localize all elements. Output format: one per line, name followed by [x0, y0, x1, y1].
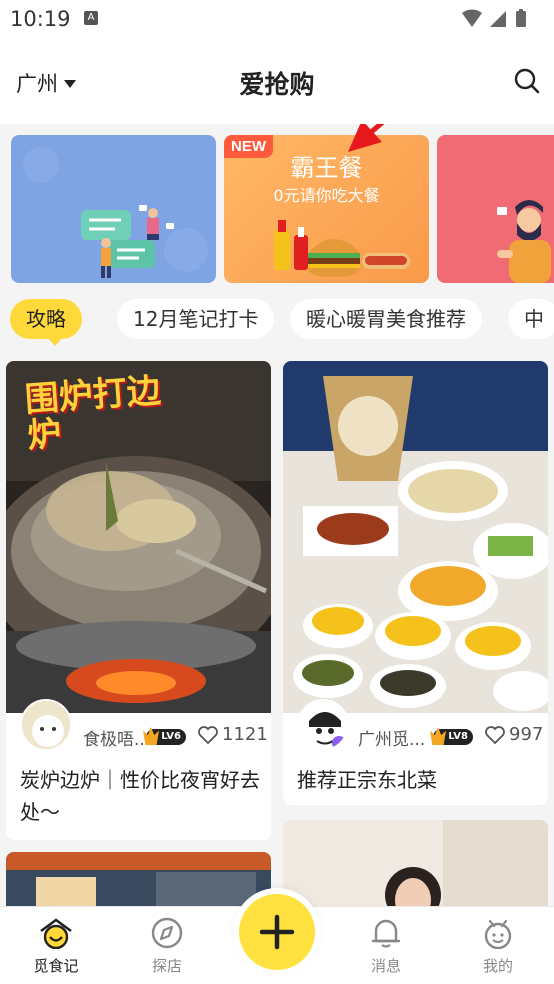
banner-carousel: NEW 霸王餐 0元请你吃大餐 — [0, 124, 554, 294]
avatar[interactable] — [297, 699, 349, 751]
card-photo: 围炉打边炉 — [6, 361, 271, 713]
bell-icon — [371, 919, 401, 948]
profile-face-icon — [484, 919, 512, 950]
compass-icon — [151, 917, 183, 949]
avatar[interactable] — [20, 699, 72, 751]
banner-card-1[interactable] — [11, 135, 216, 283]
home-face-icon — [40, 918, 72, 950]
feed-card-hotpot[interactable]: 围炉打边炉 食极唔... LV6 1121 炭炉边炉｜性价比夜宵好去处～ — [6, 361, 271, 840]
tag-chip-guide[interactable]: 攻略 — [10, 299, 82, 346]
tab-explore[interactable]: 探店 — [122, 917, 212, 976]
card-title: 推荐正宗东北菜 — [297, 768, 437, 792]
search-icon[interactable] — [514, 68, 540, 94]
author-name[interactable]: 食极唔... — [83, 725, 150, 750]
battery-icon — [516, 11, 526, 27]
page-title: 爱抢购 — [239, 70, 315, 99]
banner-card-3[interactable] — [437, 135, 554, 283]
topic-tags: 攻略 12月笔记打卡 暖心暖胃美食推荐 中 — [0, 294, 554, 352]
create-post-circle — [239, 894, 315, 970]
card-title: 炭炉边炉｜性价比夜宵好去处～ — [20, 768, 260, 824]
author-name[interactable]: 广州觅... — [358, 725, 425, 750]
avatar-image — [22, 701, 70, 749]
photo-overlay-text: 围炉打边炉 — [23, 370, 162, 457]
like-button[interactable]: 997 — [485, 724, 543, 745]
system-status-icons — [462, 9, 526, 27]
tab-profile[interactable]: 我的 — [453, 917, 543, 976]
tag-chip-december[interactable]: 12月笔记打卡 — [117, 299, 275, 339]
signal-icon — [490, 11, 506, 27]
tab-messages[interactable]: 消息 — [341, 917, 431, 976]
wifi-icon — [462, 9, 482, 27]
heart-icon — [485, 725, 505, 744]
tab-home[interactable]: 觅食记 — [11, 917, 101, 976]
status-bar: 10:19 A — [0, 0, 554, 38]
like-count: 997 — [509, 724, 544, 745]
tab-label: 觅食记 — [33, 957, 79, 975]
level-badge: LV6 — [146, 729, 186, 745]
like-button[interactable]: 1121 — [198, 724, 268, 745]
notification-icon: A — [84, 11, 98, 25]
tab-label: 消息 — [370, 957, 401, 975]
plus-icon — [259, 914, 295, 950]
status-time: 10:19 — [10, 7, 71, 31]
avatar-image — [299, 701, 347, 749]
like-count: 1121 — [222, 724, 268, 745]
banner-card-free-meal[interactable]: NEW 霸王餐 0元请你吃大餐 — [224, 135, 429, 283]
dishes-photo — [283, 361, 548, 713]
feed-card-northeast[interactable]: 广州觅... LV8 997 推荐正宗东北菜 — [283, 361, 548, 805]
create-post-button[interactable] — [233, 888, 321, 976]
tag-chip-warm-food[interactable]: 暖心暖胃美食推荐 — [290, 299, 482, 339]
card-photo — [283, 361, 548, 713]
level-badge: LV8 — [433, 729, 473, 745]
person-illustration — [497, 200, 551, 283]
tab-label: 我的 — [482, 957, 513, 975]
heart-icon — [198, 725, 218, 744]
tag-chip-more[interactable]: 中 — [508, 299, 554, 339]
chat-illustration — [23, 147, 208, 278]
top-header: 广州 爱抢购 — [0, 38, 554, 124]
burger-illustration — [274, 220, 410, 277]
tab-label: 探店 — [151, 957, 182, 975]
